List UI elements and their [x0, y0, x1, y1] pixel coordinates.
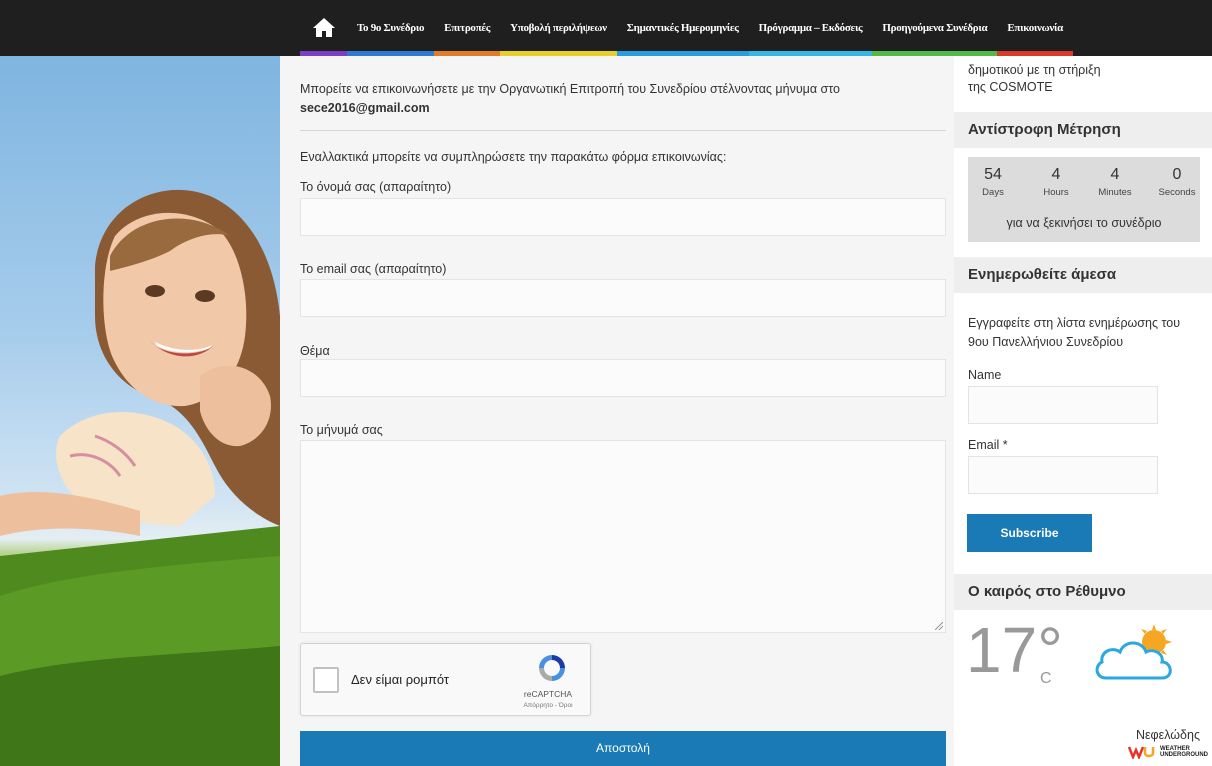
nav-item-abstracts[interactable]: Υποβολή περιλήψεων: [500, 0, 617, 56]
nav-item-conference[interactable]: Το 9ο Συνέδριο: [347, 0, 435, 56]
countdown-days: 54 Days: [968, 165, 1018, 198]
countdown-seconds: 0 Seconds: [1152, 165, 1202, 198]
recaptcha-label: Δεν είμαι ρομπότ: [351, 672, 450, 687]
newsletter-name-label: Name: [968, 368, 1002, 382]
contact-form-area: Μπορείτε να επικοινωνήσετε με την Οργανω…: [280, 56, 954, 766]
weather-underground-icon: [1128, 746, 1155, 759]
weather-underground-text: WEATHER UNDERGROUND: [1160, 746, 1208, 758]
weather-underground-logo[interactable]: WEATHER UNDERGROUND: [1128, 744, 1208, 760]
name-label: Το όνομά σας (απαραίτητο): [300, 180, 452, 194]
name-input[interactable]: [300, 198, 946, 236]
newsletter-title: Ενημερωθείτε άμεσα: [954, 257, 1212, 293]
newsletter-name-input[interactable]: [968, 386, 1158, 424]
message-textarea[interactable]: [300, 440, 946, 633]
nav-item-dates[interactable]: Σημαντικές Ημερομηνίες: [616, 0, 749, 56]
subscribe-button[interactable]: Subscribe: [967, 514, 1092, 552]
sponsor-line-1: δημοτικού με τη στήριξη: [968, 63, 1101, 77]
email-input[interactable]: [300, 279, 946, 317]
countdown-hours: 4 Hours: [1031, 165, 1081, 198]
hours-label: Hours: [1043, 187, 1069, 198]
nav-item-contact[interactable]: Επικοινωνία: [997, 0, 1073, 56]
nav-item-label: Πρόγραμμα – Εκδόσεις: [758, 22, 863, 34]
sponsor-line-2: της COSMOTE: [968, 80, 1053, 94]
nav-item-committees[interactable]: Επιτροπές: [434, 0, 501, 56]
partly-cloudy-icon: [1092, 622, 1184, 684]
sidebar: δημοτικού με τη στήριξη της COSMOTE Αντί…: [954, 56, 1212, 766]
newsletter-description: Εγγραφείτε στη λίστα ενημέρωσης του 9ου …: [968, 314, 1180, 352]
nav-item-label: Επιτροπές: [444, 22, 491, 34]
newsletter-email-input[interactable]: [968, 456, 1158, 494]
home-icon: [312, 16, 336, 41]
newsletter-email-label: Email *: [968, 438, 1008, 452]
recaptcha-checkbox[interactable]: [313, 667, 339, 693]
seconds-label: Seconds: [1158, 187, 1196, 198]
subject-input[interactable]: [300, 359, 946, 397]
minutes-value: 4: [1110, 166, 1120, 183]
nav-item-label: Υποβολή περιλήψεων: [510, 22, 607, 34]
hero-image: [0, 56, 280, 766]
newsletter-line-2: 9ου Πανελλήνιου Συνεδρίου: [968, 335, 1124, 349]
weather-condition: Νεφελώδης: [1135, 728, 1200, 742]
temperature-unit: C: [1040, 670, 1052, 687]
resize-handle[interactable]: [935, 622, 943, 630]
countdown-caption: για να ξεκινήσει το συνέδριο: [1006, 216, 1162, 230]
nav-item-label: Προηγούμενα Συνέδρια: [882, 22, 988, 34]
top-navigation-bar: Το 9ο Συνέδριο Επιτροπές Υποβολή περιλήψ…: [0, 0, 1212, 56]
message-label: Το μήνυμά σας: [300, 423, 383, 437]
weather-title: Ο καιρός στο Ρέθυμνο: [954, 574, 1212, 610]
wu-line-2: UNDERGROUND: [1160, 752, 1208, 758]
subject-label: Θέμα: [300, 344, 330, 358]
nav-item-previous[interactable]: Προηγούμενα Συνέδρια: [872, 0, 998, 56]
seconds-value: 0: [1172, 166, 1182, 183]
countdown-minutes: 4 Minutes: [1090, 165, 1140, 198]
recaptcha-widget: Δεν είμαι ρομπότ reCAPTCHA Απόρρητο - Όρ…: [300, 643, 591, 716]
email-label: Το email σας (απαραίτητο): [300, 262, 447, 276]
recaptcha-brand: reCAPTCHA: [523, 689, 573, 699]
girl-on-grass-illustration: [0, 189, 280, 766]
recaptcha-logo-icon: [536, 652, 568, 684]
submit-button[interactable]: Αποστολή: [300, 731, 946, 766]
hours-value: 4: [1051, 166, 1061, 183]
divider: [300, 130, 946, 131]
contact-email[interactable]: sece2016@gmail.com: [300, 101, 430, 115]
main-menu: Το 9ο Συνέδριο Επιτροπές Υποβολή περιλήψ…: [300, 0, 1073, 56]
intro-text: Μπορείτε να επικοινωνήσετε με την Οργανω…: [300, 82, 840, 96]
nav-item-program[interactable]: Πρόγραμμα – Εκδόσεις: [748, 0, 873, 56]
recaptcha-terms-link[interactable]: Απόρρητο - Όροι: [518, 702, 578, 709]
nav-item-label: Σημαντικές Ημερομηνίες: [626, 22, 739, 34]
days-label: Days: [982, 187, 1004, 198]
alternative-text: Εναλλακτικά μπορείτε να συμπληρώσετε την…: [300, 150, 727, 164]
nav-item-label: Το 9ο Συνέδριο: [357, 22, 425, 34]
nav-item-label: Επικοινωνία: [1007, 22, 1063, 34]
minutes-label: Minutes: [1098, 187, 1132, 198]
countdown-title: Αντίστροφη Μέτρηση: [954, 112, 1212, 148]
sponsor-text: δημοτικού με τη στήριξη της COSMOTE: [968, 62, 1101, 96]
nav-home-button[interactable]: [300, 0, 347, 56]
intro-paragraph: Μπορείτε να επικοινωνήσετε με την Οργανω…: [300, 80, 940, 118]
newsletter-line-1: Εγγραφείτε στη λίστα ενημέρωσης του: [968, 316, 1181, 330]
days-value: 54: [984, 166, 1002, 183]
countdown-widget: 54 Days 4 Hours 4 Minutes 0 Seconds για …: [968, 157, 1200, 242]
